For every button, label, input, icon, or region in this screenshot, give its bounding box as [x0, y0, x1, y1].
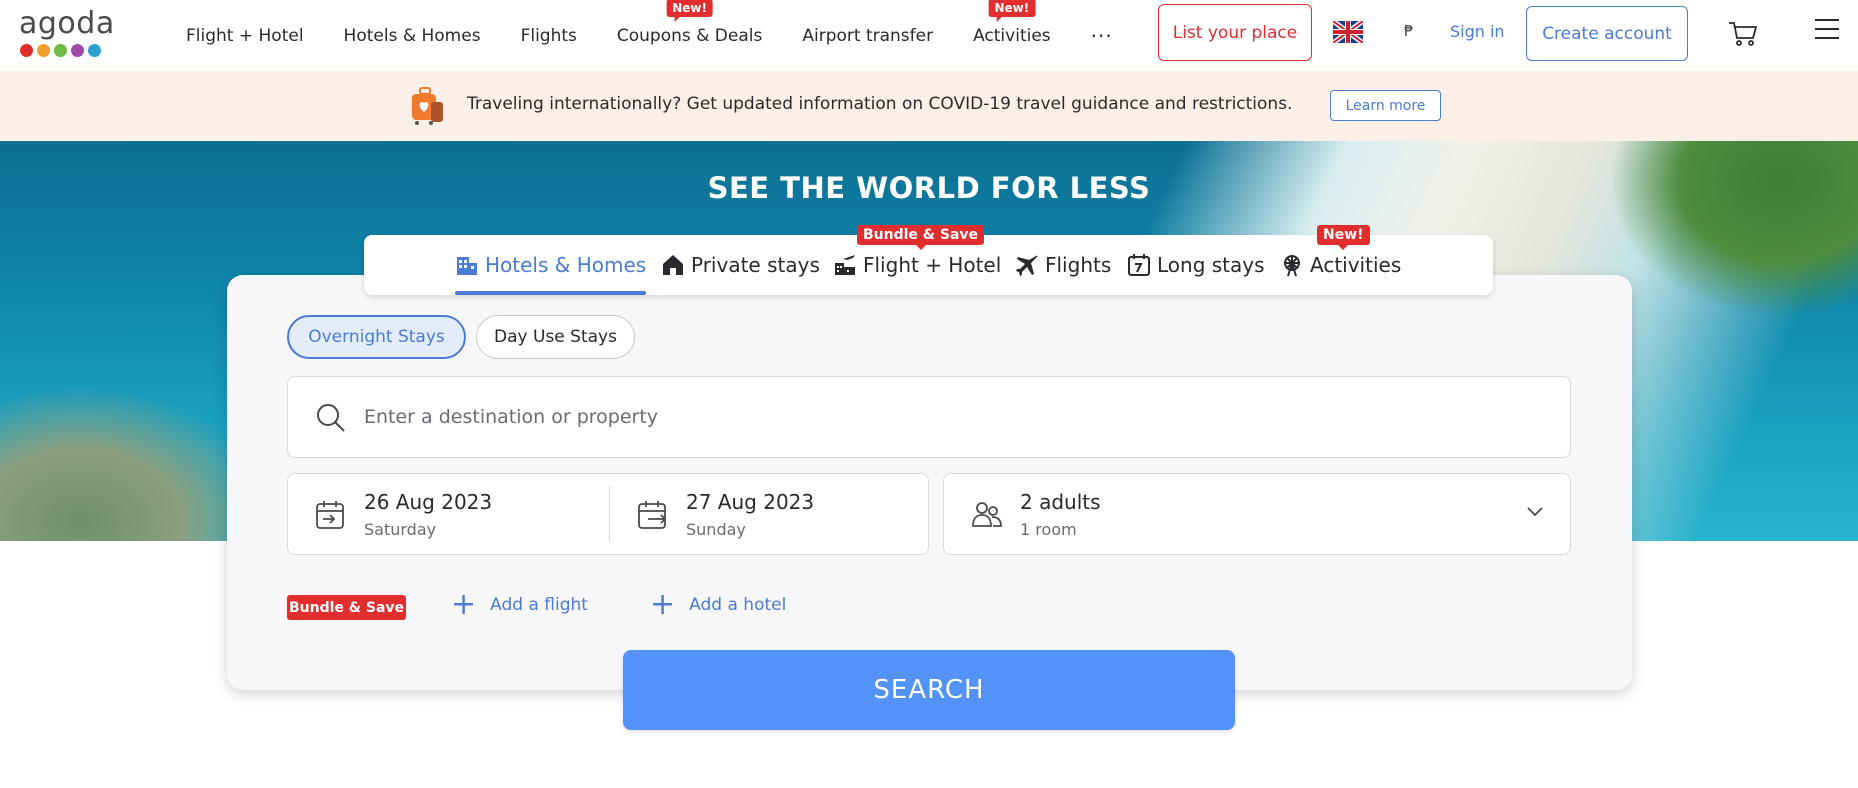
more-menu-button[interactable]: ···	[1091, 24, 1113, 48]
tab-label: Hotels & Homes	[485, 253, 647, 277]
uk-flag-icon[interactable]	[1333, 21, 1363, 43]
tab-flights[interactable]: Flights	[1015, 235, 1111, 295]
logo-dot	[54, 44, 67, 57]
guests-icon	[972, 502, 1002, 527]
top-navigation: agoda Flight + Hotel Hotels & Homes Flig…	[0, 0, 1858, 71]
logo-dot	[71, 44, 84, 57]
overnight-stays-toggle[interactable]: Overnight Stays	[287, 315, 466, 359]
nav-airport-transfer[interactable]: Airport transfer	[802, 26, 933, 46]
create-account-button[interactable]: Create account	[1526, 6, 1688, 61]
nav-label: Airport transfer	[802, 25, 934, 46]
tab-private-stays[interactable]: Private stays	[661, 235, 820, 295]
cart-icon[interactable]	[1728, 20, 1758, 48]
logo-dot	[20, 44, 33, 57]
nav-flight-hotel[interactable]: Flight + Hotel	[186, 26, 304, 46]
add-flight-button[interactable]: + Add a flight	[451, 587, 588, 622]
check-in-date[interactable]: 26 Aug 2023 Saturday	[288, 474, 608, 554]
nav-hotels-homes[interactable]: Hotels & Homes	[344, 26, 481, 46]
nav-flights[interactable]: Flights	[521, 26, 577, 46]
search-button[interactable]: SEARCH	[623, 650, 1235, 730]
list-your-place-button[interactable]: List your place	[1158, 4, 1312, 61]
tab-hotels-homes[interactable]: Hotels & Homes	[455, 235, 647, 295]
search-icon	[317, 404, 345, 432]
flight-hotel-icon	[835, 255, 855, 275]
tab-label: Private stays	[691, 253, 820, 277]
plus-icon: +	[451, 587, 477, 622]
add-flight-label: Add a flight	[490, 595, 588, 615]
agoda-logo[interactable]: agoda	[19, 6, 115, 58]
logo-dots	[20, 44, 113, 57]
check-out-calendar-icon	[638, 501, 666, 529]
plus-icon: +	[650, 587, 676, 622]
logo-dot	[37, 44, 50, 57]
nav-label: Flight + Hotel	[186, 25, 304, 46]
tab-long-stays[interactable]: Long stays	[1127, 235, 1265, 295]
tab-label: Activities	[1310, 253, 1402, 277]
destination-field[interactable]	[287, 376, 1571, 458]
new-badge: New!	[988, 0, 1036, 22]
tab-label: Flight + Hotel	[863, 253, 1002, 277]
new-badge: New!	[1317, 225, 1370, 245]
nav-label: Activities	[973, 25, 1051, 46]
hamburger-icon[interactable]	[1814, 16, 1840, 42]
destination-input[interactable]	[364, 397, 1544, 437]
tab-label: Flights	[1045, 253, 1112, 277]
check-in-calendar-icon	[316, 501, 344, 529]
covid-info-banner: Traveling internationally? Get updated i…	[0, 71, 1858, 141]
add-hotel-button[interactable]: + Add a hotel	[650, 587, 787, 622]
nav-label: Flights	[520, 25, 577, 46]
building-icon	[457, 257, 477, 275]
check-out-date[interactable]: 27 Aug 2023 Sunday	[610, 474, 930, 554]
nav-coupons-deals[interactable]: New! Coupons & Deals	[616, 0, 763, 46]
guests-rooms-text: 1 room	[1020, 520, 1077, 539]
covid-banner-text: Traveling internationally? Get updated i…	[467, 94, 1293, 114]
check-out-date-text: 27 Aug 2023	[686, 490, 815, 514]
guests-rooms-selector[interactable]: 2 adults 1 room	[943, 473, 1571, 555]
nav-label: Hotels & Homes	[343, 25, 481, 46]
guests-adults-text: 2 adults	[1020, 490, 1101, 514]
house-icon	[663, 255, 683, 275]
product-tabs: Hotels & Homes Private stays Flight + Ho…	[364, 225, 1493, 295]
check-in-day-text: Saturday	[364, 520, 437, 539]
day-use-stays-toggle[interactable]: Day Use Stays	[476, 315, 635, 359]
logo-dot	[88, 44, 101, 57]
calendar-7-icon	[1128, 254, 1150, 276]
learn-more-button[interactable]: Learn more	[1330, 90, 1441, 121]
search-card: Overnight Stays Day Use Stays 26 Aug 202…	[227, 275, 1632, 690]
check-in-date-text: 26 Aug 2023	[364, 490, 493, 514]
check-out-day-text: Sunday	[686, 520, 746, 539]
bundle-save-badge: Bundle & Save	[857, 225, 985, 245]
luggage-heart-icon	[412, 87, 443, 125]
nav-label: Coupons & Deals	[616, 25, 763, 46]
main-nav-links: Flight + Hotel Hotels & Homes Flights Ne…	[186, 0, 1113, 71]
bundle-save-badge: Bundle & Save	[287, 595, 406, 620]
sign-in-link[interactable]: Sign in	[1450, 22, 1505, 41]
nav-activities[interactable]: New! Activities	[973, 0, 1051, 46]
tab-label: Long stays	[1157, 253, 1265, 277]
plane-icon	[1016, 255, 1038, 276]
date-range-picker: 26 Aug 2023 Saturday 27 Aug 2023 Sunday	[287, 473, 929, 555]
currency-selector[interactable]: ₱	[1404, 22, 1414, 40]
chevron-down-icon	[1527, 507, 1543, 517]
logo-wordmark: agoda	[19, 6, 115, 41]
add-hotel-label: Add a hotel	[689, 595, 787, 615]
ferris-wheel-icon	[1284, 255, 1300, 277]
hero-title: SEE THE WORLD FOR LESS	[707, 171, 1151, 205]
new-badge: New!	[666, 0, 713, 22]
